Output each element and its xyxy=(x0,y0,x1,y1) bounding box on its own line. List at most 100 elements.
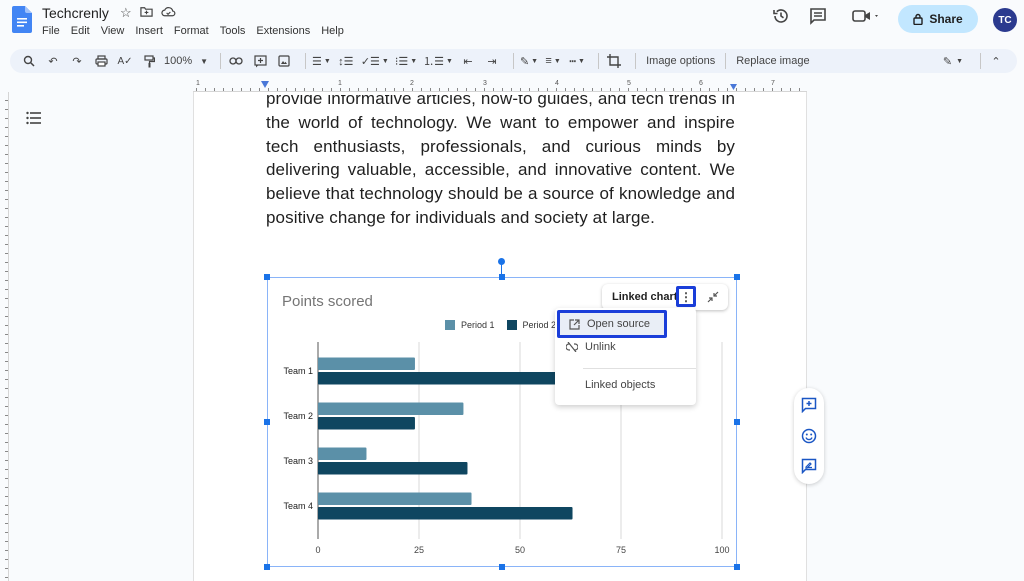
bulleted-list-icon[interactable]: ⁝☰ ▼ xyxy=(395,51,417,71)
add-emoji-reaction-icon[interactable] xyxy=(800,427,818,445)
suggest-edits-icon[interactable] xyxy=(800,457,818,475)
ruler-tick xyxy=(448,88,449,91)
menu-view[interactable]: View xyxy=(101,25,130,37)
ruler-tick xyxy=(5,559,8,560)
spellcheck-icon[interactable]: A✓ xyxy=(116,51,134,71)
ruler-tick xyxy=(556,88,557,91)
lock-icon xyxy=(913,13,924,25)
formatting-toolbar: ↶ ↷ A✓ 100% ▼ ☰ ▼ ↕☰ ✓☰ ▼ ⁝☰ ▼ ⒈☰ ▼ ⇤ ⇥ ✎ ▼ ≡… xyxy=(10,49,1017,73)
border-dash-icon[interactable]: ┅ ▼ xyxy=(568,51,586,71)
ruler-tick xyxy=(5,352,8,353)
comments-icon[interactable] xyxy=(808,6,828,26)
add-comment-icon[interactable] xyxy=(800,396,818,414)
menu-bar: File Edit View Insert Format Tools Exten… xyxy=(42,25,355,37)
ruler-tick xyxy=(781,88,782,91)
editing-mode-icon[interactable]: ✎ ▼ xyxy=(938,51,968,71)
linked-chart-label: Linked chart xyxy=(612,291,678,303)
checklist-icon[interactable]: ✓☰ ▼ xyxy=(361,51,389,71)
increase-indent-icon[interactable]: ⇥ xyxy=(483,51,501,71)
ruler-tick xyxy=(475,88,476,91)
vertical-ruler[interactable] xyxy=(0,92,9,581)
ruler-tick xyxy=(5,343,8,344)
print-icon[interactable] xyxy=(92,51,110,71)
menu-format[interactable]: Format xyxy=(174,25,214,37)
border-weight-icon[interactable]: ≡ ▼ xyxy=(544,51,562,71)
move-to-folder-icon[interactable] xyxy=(139,5,153,21)
ruler-number: 2 xyxy=(410,80,414,87)
ruler-tick xyxy=(538,88,539,91)
insert-image-icon[interactable] xyxy=(275,51,293,71)
ruler-tick xyxy=(412,88,413,91)
decrease-indent-icon[interactable]: ⇤ xyxy=(459,51,477,71)
x-tick-label: 100 xyxy=(714,545,729,555)
side-action-bar xyxy=(794,388,824,484)
ruler-tick xyxy=(5,325,8,326)
menu-file[interactable]: File xyxy=(42,25,65,37)
ruler-tick xyxy=(565,88,566,91)
collapse-icon[interactable] xyxy=(704,288,722,306)
menu-extensions[interactable]: Extensions xyxy=(256,25,315,37)
border-color-icon[interactable]: ✎ ▼ xyxy=(520,51,538,71)
ruler-tick xyxy=(367,88,368,91)
menu-item-linked-objects[interactable]: Linked objects xyxy=(555,373,696,397)
undo-icon[interactable]: ↶ xyxy=(44,51,62,71)
share-button[interactable]: Share xyxy=(898,5,978,33)
x-tick-label: 50 xyxy=(515,545,525,555)
horizontal-ruler[interactable]: 1 1 2 3 4 5 6 7 xyxy=(193,80,807,92)
docs-logo-icon[interactable] xyxy=(12,6,32,33)
ruler-tick xyxy=(241,88,242,91)
ruler-tick xyxy=(5,541,8,542)
ruler-tick xyxy=(5,262,8,263)
ruler-tick xyxy=(520,88,521,91)
toolbar-divider xyxy=(725,53,727,69)
ruler-tick xyxy=(223,88,224,91)
ruler-tick xyxy=(484,88,485,91)
add-comment-icon[interactable] xyxy=(251,51,269,71)
ruler-number: 6 xyxy=(699,80,703,87)
paint-format-icon[interactable] xyxy=(140,51,158,71)
ruler-tick xyxy=(205,88,206,91)
search-menus-icon[interactable] xyxy=(20,51,38,71)
line-spacing-icon[interactable]: ↕☰ xyxy=(337,51,355,71)
body-paragraph[interactable]: provide informative articles, how-to gui… xyxy=(266,95,735,230)
ruler-tick xyxy=(628,88,629,91)
meet-video-icon[interactable] xyxy=(850,6,884,26)
ruler-tick xyxy=(5,505,8,506)
document-title[interactable]: Techcrenly xyxy=(42,5,109,21)
ruler-tick xyxy=(673,88,674,91)
ruler-tick xyxy=(5,442,8,443)
numbered-list-icon[interactable]: ⒈☰ ▼ xyxy=(423,51,453,71)
document-outline-icon[interactable] xyxy=(26,111,42,125)
menu-help[interactable]: Help xyxy=(321,25,349,37)
rotate-handle[interactable] xyxy=(498,258,505,265)
star-icon[interactable]: ☆ xyxy=(120,5,132,21)
ruler-tick xyxy=(5,532,8,533)
menu-item-unlink[interactable]: Unlink xyxy=(555,335,696,359)
menu-item-open-source[interactable]: Open source xyxy=(557,310,667,338)
menu-edit[interactable]: Edit xyxy=(71,25,95,37)
menu-insert[interactable]: Insert xyxy=(135,25,168,37)
linked-chart-options-button[interactable]: ⋮ xyxy=(676,286,696,307)
ruler-tick xyxy=(5,514,8,515)
menu-tools[interactable]: Tools xyxy=(220,25,251,37)
redo-icon[interactable]: ↷ xyxy=(68,51,86,71)
ruler-tick xyxy=(358,88,359,91)
version-history-icon[interactable] xyxy=(771,6,791,26)
hide-menus-chevron-up-icon[interactable]: ⌃ xyxy=(987,51,1005,71)
ruler-tick xyxy=(5,217,8,218)
align-icon[interactable]: ☰ ▼ xyxy=(312,51,331,71)
zoom-select[interactable]: 100% ▼ xyxy=(164,51,208,71)
ruler-tick xyxy=(196,88,197,91)
cloud-saved-icon[interactable] xyxy=(161,5,176,21)
replace-image-button[interactable]: Replace image xyxy=(732,55,813,67)
share-label: Share xyxy=(929,12,963,26)
crop-icon[interactable] xyxy=(605,51,623,71)
ruler-tick xyxy=(5,433,8,434)
ruler-tick xyxy=(5,568,8,569)
account-avatar[interactable]: TC xyxy=(993,8,1017,32)
image-options-button[interactable]: Image options xyxy=(642,55,719,67)
insert-link-icon[interactable] xyxy=(227,51,245,71)
ruler-tick xyxy=(5,406,8,407)
ruler-tick xyxy=(5,226,8,227)
ruler-tick xyxy=(682,88,683,91)
